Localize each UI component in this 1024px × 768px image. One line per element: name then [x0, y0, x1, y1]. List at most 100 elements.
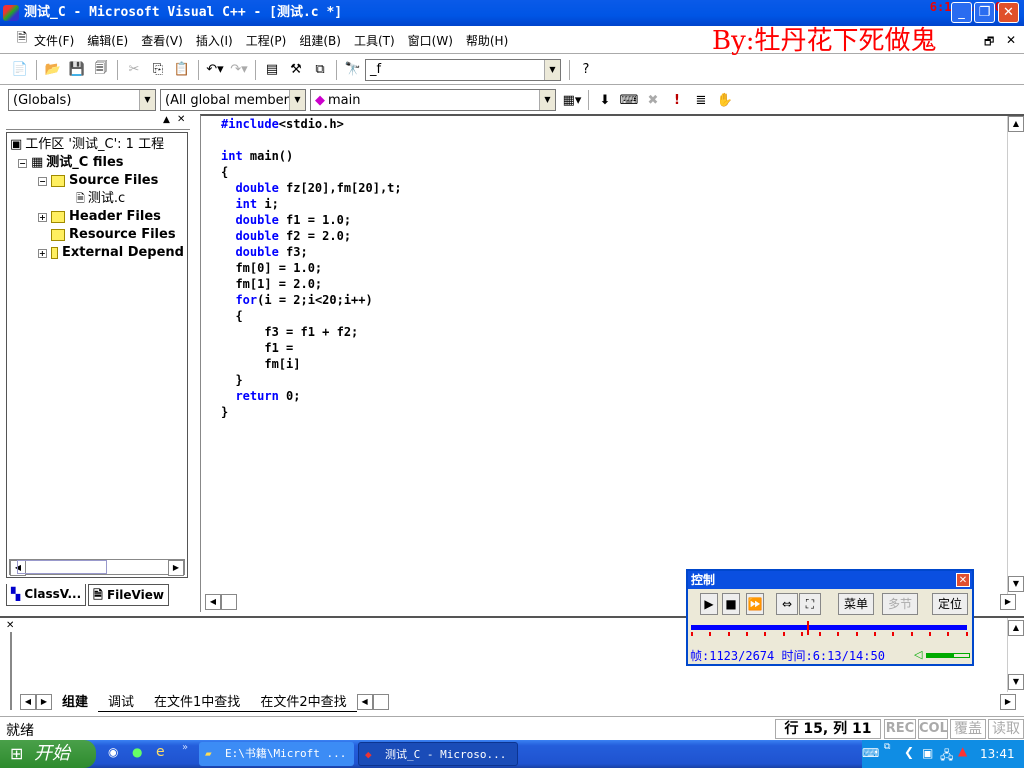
copy-icon[interactable]: ⎘	[148, 60, 168, 80]
code-line[interactable]: double f1 = 1.0;	[221, 212, 402, 228]
code-line[interactable]: #include<stdio.h>	[221, 116, 402, 132]
progress-thumb[interactable]	[806, 621, 809, 635]
control-close-button[interactable]: ✕	[956, 573, 970, 587]
globals-combo[interactable]: (Globals) ▼	[8, 89, 156, 111]
quicklaunch-more-icon[interactable]: »	[182, 742, 188, 753]
chevron-down-icon[interactable]: ▼	[544, 59, 560, 80]
scroll-box[interactable]	[372, 694, 389, 710]
scroll-left-icon[interactable]: ◀	[205, 594, 221, 610]
start-button[interactable]: ⊞ 开始	[0, 740, 96, 768]
expand-icon[interactable]: +	[38, 248, 47, 258]
output-grip[interactable]	[10, 632, 12, 710]
scroll-right-icon[interactable]: ▶	[1000, 594, 1016, 610]
progress-track[interactable]	[691, 625, 967, 630]
tab-find1[interactable]: 在文件1中查找	[144, 694, 251, 712]
save-all-icon[interactable]: 🗐	[91, 60, 111, 80]
fast-forward-button[interactable]: ⏩	[746, 593, 764, 615]
menu-edit[interactable]: 编辑(E)	[87, 32, 128, 49]
tray-app-icon[interactable]: ▣	[922, 746, 933, 760]
members-combo[interactable]: (All global members ▼	[160, 89, 306, 111]
function-combo[interactable]: ◆ main ▼	[310, 89, 556, 111]
menu-button[interactable]: 菜单	[838, 593, 874, 615]
scroll-up-icon[interactable]: ▲	[1008, 620, 1024, 636]
save-icon[interactable]: 💾	[67, 60, 87, 80]
tab-classview[interactable]: ▚ ClassV...	[6, 584, 87, 606]
workspace-close-icon[interactable]: ✕	[177, 114, 185, 125]
scroll-thumb[interactable]	[17, 560, 107, 574]
code-line[interactable]	[221, 132, 402, 148]
scroll-down-icon[interactable]: ▼	[1008, 674, 1024, 690]
output-vscroll[interactable]: ▲ ▼	[1007, 618, 1024, 692]
menu-tools[interactable]: 工具(T)	[354, 32, 395, 49]
editor-vscroll[interactable]: ▲ ▼	[1007, 116, 1024, 596]
code-line[interactable]: fm[i]	[221, 356, 402, 372]
scroll-down-icon[interactable]: ▼	[1008, 576, 1024, 592]
code-line[interactable]: }	[221, 372, 402, 388]
menu-build[interactable]: 组建(B)	[299, 32, 341, 49]
tray-collapse-icon[interactable]: ❮	[904, 745, 914, 759]
language-icon[interactable]: ⧉	[884, 742, 890, 752]
code-line[interactable]: fm[1] = 2.0;	[221, 276, 402, 292]
code-line[interactable]: f1 =	[221, 340, 402, 356]
tab-fileview[interactable]: 🗎 FileView	[88, 584, 169, 606]
chevron-down-icon[interactable]: ▼	[539, 90, 555, 110]
tree-project[interactable]: − ▦ 测试_C files	[10, 154, 184, 172]
stop-button[interactable]: ■	[722, 593, 740, 615]
scroll-right-icon[interactable]: ▶	[168, 560, 184, 576]
mdi-restore-button[interactable]: 🗗	[984, 33, 994, 52]
menu-insert[interactable]: 插入(I)	[196, 32, 233, 49]
collapse-icon[interactable]: −	[38, 176, 47, 186]
close-button[interactable]: ✕	[998, 2, 1019, 23]
code-line[interactable]: int main()	[221, 148, 402, 164]
collapse-icon[interactable]: −	[18, 158, 27, 168]
tree-header-files[interactable]: + Header Files	[10, 208, 184, 226]
code-line[interactable]: {	[221, 308, 402, 324]
fullscreen-button[interactable]: ⛶	[799, 593, 821, 615]
workspace-maximize-icon[interactable]: ▲	[163, 115, 170, 125]
expand-icon[interactable]: +	[38, 212, 47, 222]
task-vc[interactable]: ◆ 测试_C - Microso...	[358, 742, 518, 766]
tab-scroll-right-icon[interactable]: ▶	[36, 694, 52, 710]
mdi-close-button[interactable]: ✕	[1006, 33, 1016, 47]
new-file-icon[interactable]: 📄	[10, 60, 30, 80]
workspace-icon[interactable]: ▤	[262, 60, 282, 80]
code-line[interactable]: double f3;	[221, 244, 402, 260]
code-line[interactable]: return 0;	[221, 388, 402, 404]
editor-hscroll[interactable]: ◀	[205, 594, 237, 610]
quicklaunch-ie-icon[interactable]: e	[156, 744, 165, 760]
breakpoint-hand-icon[interactable]: ✋	[715, 90, 735, 110]
open-icon[interactable]: 📂	[43, 60, 63, 80]
stop-build-icon[interactable]: ✖	[643, 90, 663, 110]
scroll-box[interactable]	[221, 594, 237, 610]
code-line[interactable]: fm[0] = 1.0;	[221, 260, 402, 276]
wizard-action-icon[interactable]: ▦▾	[562, 90, 582, 110]
task-explorer[interactable]: ▰ E:\书籍\Microft ...	[199, 742, 354, 766]
menu-file[interactable]: 文件(F)	[34, 32, 74, 49]
minimize-button[interactable]: _	[951, 2, 972, 23]
locate-button[interactable]: 定位	[932, 593, 968, 615]
code-line[interactable]: }	[221, 404, 402, 420]
tree-resource-files[interactable]: Resource Files	[10, 226, 184, 244]
fit-window-button[interactable]: ⇔	[776, 593, 798, 615]
code-editor[interactable]: #include<stdio.h> int main(){ double fz[…	[200, 114, 1024, 612]
tab-find2[interactable]: 在文件2中查找	[250, 694, 357, 712]
go-icon[interactable]: ≣	[691, 90, 711, 110]
tree-file[interactable]: 🗎 测试.c	[10, 190, 184, 208]
warning-icon[interactable]: ▲	[958, 744, 967, 758]
keyboard-icon[interactable]: ⌨	[862, 746, 879, 760]
play-button[interactable]: ▶	[700, 593, 718, 615]
menu-project[interactable]: 工程(P)	[246, 32, 287, 49]
paste-icon[interactable]: 📋	[172, 60, 192, 80]
chevron-down-icon[interactable]: ▼	[139, 90, 155, 110]
scroll-up-icon[interactable]: ▲	[1008, 116, 1024, 132]
code-line[interactable]: double f2 = 2.0;	[221, 228, 402, 244]
code-line[interactable]: {	[221, 164, 402, 180]
find-combo[interactable]: _f ▼	[365, 58, 561, 81]
tab-scroll-left-icon[interactable]: ◀	[20, 694, 36, 710]
code-line[interactable]: f3 = f1 + f2;	[221, 324, 402, 340]
cut-icon[interactable]: ✂	[124, 60, 144, 80]
tree-hscroll[interactable]: ◀ ▶	[9, 559, 185, 576]
menu-help[interactable]: 帮助(H)	[466, 32, 508, 49]
menu-view[interactable]: 查看(V)	[141, 32, 183, 49]
code-line[interactable]: double fz[20],fm[20],t;	[221, 180, 401, 196]
